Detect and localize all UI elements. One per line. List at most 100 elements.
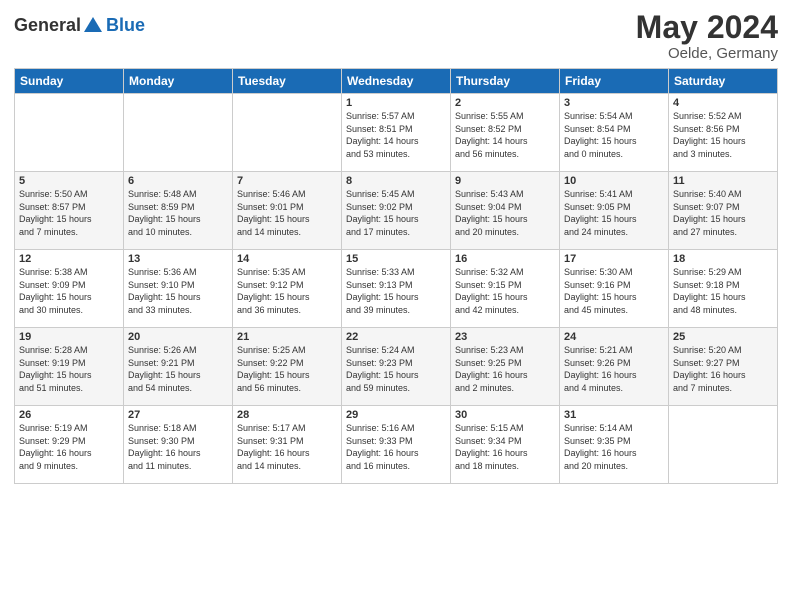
- logo-general: General: [14, 15, 81, 36]
- day-number: 27: [128, 409, 228, 421]
- calendar-cell: 25Sunrise: 5:20 AM Sunset: 9:27 PM Dayli…: [669, 328, 778, 406]
- day-info: Sunrise: 5:46 AM Sunset: 9:01 PM Dayligh…: [237, 188, 337, 238]
- calendar-cell: 29Sunrise: 5:16 AM Sunset: 9:33 PM Dayli…: [342, 406, 451, 484]
- day-number: 11: [673, 175, 773, 187]
- day-info: Sunrise: 5:25 AM Sunset: 9:22 PM Dayligh…: [237, 344, 337, 394]
- header: General Blue May 2024 Oelde, Germany: [14, 10, 778, 62]
- day-info: Sunrise: 5:55 AM Sunset: 8:52 PM Dayligh…: [455, 110, 555, 160]
- day-number: 16: [455, 253, 555, 265]
- calendar-cell: 5Sunrise: 5:50 AM Sunset: 8:57 PM Daylig…: [15, 172, 124, 250]
- header-tuesday: Tuesday: [233, 69, 342, 94]
- calendar-cell: 2Sunrise: 5:55 AM Sunset: 8:52 PM Daylig…: [451, 94, 560, 172]
- day-info: Sunrise: 5:38 AM Sunset: 9:09 PM Dayligh…: [19, 266, 119, 316]
- calendar-cell: 8Sunrise: 5:45 AM Sunset: 9:02 PM Daylig…: [342, 172, 451, 250]
- day-info: Sunrise: 5:16 AM Sunset: 9:33 PM Dayligh…: [346, 422, 446, 472]
- day-info: Sunrise: 5:41 AM Sunset: 9:05 PM Dayligh…: [564, 188, 664, 238]
- day-number: 9: [455, 175, 555, 187]
- day-info: Sunrise: 5:48 AM Sunset: 8:59 PM Dayligh…: [128, 188, 228, 238]
- calendar-cell: 3Sunrise: 5:54 AM Sunset: 8:54 PM Daylig…: [560, 94, 669, 172]
- logo: General Blue: [14, 14, 145, 36]
- header-friday: Friday: [560, 69, 669, 94]
- day-number: 17: [564, 253, 664, 265]
- day-number: 21: [237, 331, 337, 343]
- calendar-table: Sunday Monday Tuesday Wednesday Thursday…: [14, 68, 778, 484]
- day-number: 31: [564, 409, 664, 421]
- day-info: Sunrise: 5:45 AM Sunset: 9:02 PM Dayligh…: [346, 188, 446, 238]
- day-info: Sunrise: 5:18 AM Sunset: 9:30 PM Dayligh…: [128, 422, 228, 472]
- calendar-cell: 30Sunrise: 5:15 AM Sunset: 9:34 PM Dayli…: [451, 406, 560, 484]
- calendar-cell: [124, 94, 233, 172]
- day-number: 13: [128, 253, 228, 265]
- day-number: 28: [237, 409, 337, 421]
- calendar-cell: 21Sunrise: 5:25 AM Sunset: 9:22 PM Dayli…: [233, 328, 342, 406]
- calendar-cell: 23Sunrise: 5:23 AM Sunset: 9:25 PM Dayli…: [451, 328, 560, 406]
- logo-blue: Blue: [106, 15, 145, 36]
- day-number: 12: [19, 253, 119, 265]
- day-number: 26: [19, 409, 119, 421]
- week-row-2: 5Sunrise: 5:50 AM Sunset: 8:57 PM Daylig…: [15, 172, 778, 250]
- calendar-cell: 9Sunrise: 5:43 AM Sunset: 9:04 PM Daylig…: [451, 172, 560, 250]
- calendar-cell: 24Sunrise: 5:21 AM Sunset: 9:26 PM Dayli…: [560, 328, 669, 406]
- calendar-cell: 13Sunrise: 5:36 AM Sunset: 9:10 PM Dayli…: [124, 250, 233, 328]
- calendar-cell: 4Sunrise: 5:52 AM Sunset: 8:56 PM Daylig…: [669, 94, 778, 172]
- calendar-cell: 31Sunrise: 5:14 AM Sunset: 9:35 PM Dayli…: [560, 406, 669, 484]
- day-info: Sunrise: 5:14 AM Sunset: 9:35 PM Dayligh…: [564, 422, 664, 472]
- day-info: Sunrise: 5:54 AM Sunset: 8:54 PM Dayligh…: [564, 110, 664, 160]
- calendar-cell: 26Sunrise: 5:19 AM Sunset: 9:29 PM Dayli…: [15, 406, 124, 484]
- day-number: 14: [237, 253, 337, 265]
- day-info: Sunrise: 5:19 AM Sunset: 9:29 PM Dayligh…: [19, 422, 119, 472]
- calendar-page: General Blue May 2024 Oelde, Germany Sun…: [0, 0, 792, 612]
- day-number: 8: [346, 175, 446, 187]
- day-info: Sunrise: 5:24 AM Sunset: 9:23 PM Dayligh…: [346, 344, 446, 394]
- calendar-cell: 16Sunrise: 5:32 AM Sunset: 9:15 PM Dayli…: [451, 250, 560, 328]
- logo-icon: [82, 14, 104, 36]
- day-number: 29: [346, 409, 446, 421]
- calendar-cell: [15, 94, 124, 172]
- day-info: Sunrise: 5:21 AM Sunset: 9:26 PM Dayligh…: [564, 344, 664, 394]
- location-title: Oelde, Germany: [636, 45, 778, 62]
- day-number: 10: [564, 175, 664, 187]
- calendar-cell: 19Sunrise: 5:28 AM Sunset: 9:19 PM Dayli…: [15, 328, 124, 406]
- month-title: May 2024: [636, 10, 778, 45]
- day-number: 22: [346, 331, 446, 343]
- header-monday: Monday: [124, 69, 233, 94]
- day-info: Sunrise: 5:33 AM Sunset: 9:13 PM Dayligh…: [346, 266, 446, 316]
- day-number: 30: [455, 409, 555, 421]
- day-number: 15: [346, 253, 446, 265]
- day-number: 25: [673, 331, 773, 343]
- calendar-cell: [669, 406, 778, 484]
- calendar-cell: 22Sunrise: 5:24 AM Sunset: 9:23 PM Dayli…: [342, 328, 451, 406]
- header-wednesday: Wednesday: [342, 69, 451, 94]
- day-number: 24: [564, 331, 664, 343]
- header-saturday: Saturday: [669, 69, 778, 94]
- calendar-cell: 18Sunrise: 5:29 AM Sunset: 9:18 PM Dayli…: [669, 250, 778, 328]
- day-info: Sunrise: 5:23 AM Sunset: 9:25 PM Dayligh…: [455, 344, 555, 394]
- day-number: 3: [564, 97, 664, 109]
- day-info: Sunrise: 5:40 AM Sunset: 9:07 PM Dayligh…: [673, 188, 773, 238]
- calendar-cell: 11Sunrise: 5:40 AM Sunset: 9:07 PM Dayli…: [669, 172, 778, 250]
- calendar-cell: 17Sunrise: 5:30 AM Sunset: 9:16 PM Dayli…: [560, 250, 669, 328]
- day-info: Sunrise: 5:43 AM Sunset: 9:04 PM Dayligh…: [455, 188, 555, 238]
- title-block: May 2024 Oelde, Germany: [636, 10, 778, 62]
- day-info: Sunrise: 5:32 AM Sunset: 9:15 PM Dayligh…: [455, 266, 555, 316]
- day-number: 6: [128, 175, 228, 187]
- header-thursday: Thursday: [451, 69, 560, 94]
- day-info: Sunrise: 5:36 AM Sunset: 9:10 PM Dayligh…: [128, 266, 228, 316]
- day-info: Sunrise: 5:17 AM Sunset: 9:31 PM Dayligh…: [237, 422, 337, 472]
- week-row-3: 12Sunrise: 5:38 AM Sunset: 9:09 PM Dayli…: [15, 250, 778, 328]
- day-number: 19: [19, 331, 119, 343]
- calendar-cell: 10Sunrise: 5:41 AM Sunset: 9:05 PM Dayli…: [560, 172, 669, 250]
- weekday-header-row: Sunday Monday Tuesday Wednesday Thursday…: [15, 69, 778, 94]
- calendar-cell: 7Sunrise: 5:46 AM Sunset: 9:01 PM Daylig…: [233, 172, 342, 250]
- day-info: Sunrise: 5:57 AM Sunset: 8:51 PM Dayligh…: [346, 110, 446, 160]
- header-sunday: Sunday: [15, 69, 124, 94]
- calendar-cell: 28Sunrise: 5:17 AM Sunset: 9:31 PM Dayli…: [233, 406, 342, 484]
- day-info: Sunrise: 5:28 AM Sunset: 9:19 PM Dayligh…: [19, 344, 119, 394]
- day-info: Sunrise: 5:20 AM Sunset: 9:27 PM Dayligh…: [673, 344, 773, 394]
- day-info: Sunrise: 5:26 AM Sunset: 9:21 PM Dayligh…: [128, 344, 228, 394]
- day-info: Sunrise: 5:35 AM Sunset: 9:12 PM Dayligh…: [237, 266, 337, 316]
- calendar-cell: 27Sunrise: 5:18 AM Sunset: 9:30 PM Dayli…: [124, 406, 233, 484]
- day-number: 18: [673, 253, 773, 265]
- day-number: 2: [455, 97, 555, 109]
- calendar-cell: 12Sunrise: 5:38 AM Sunset: 9:09 PM Dayli…: [15, 250, 124, 328]
